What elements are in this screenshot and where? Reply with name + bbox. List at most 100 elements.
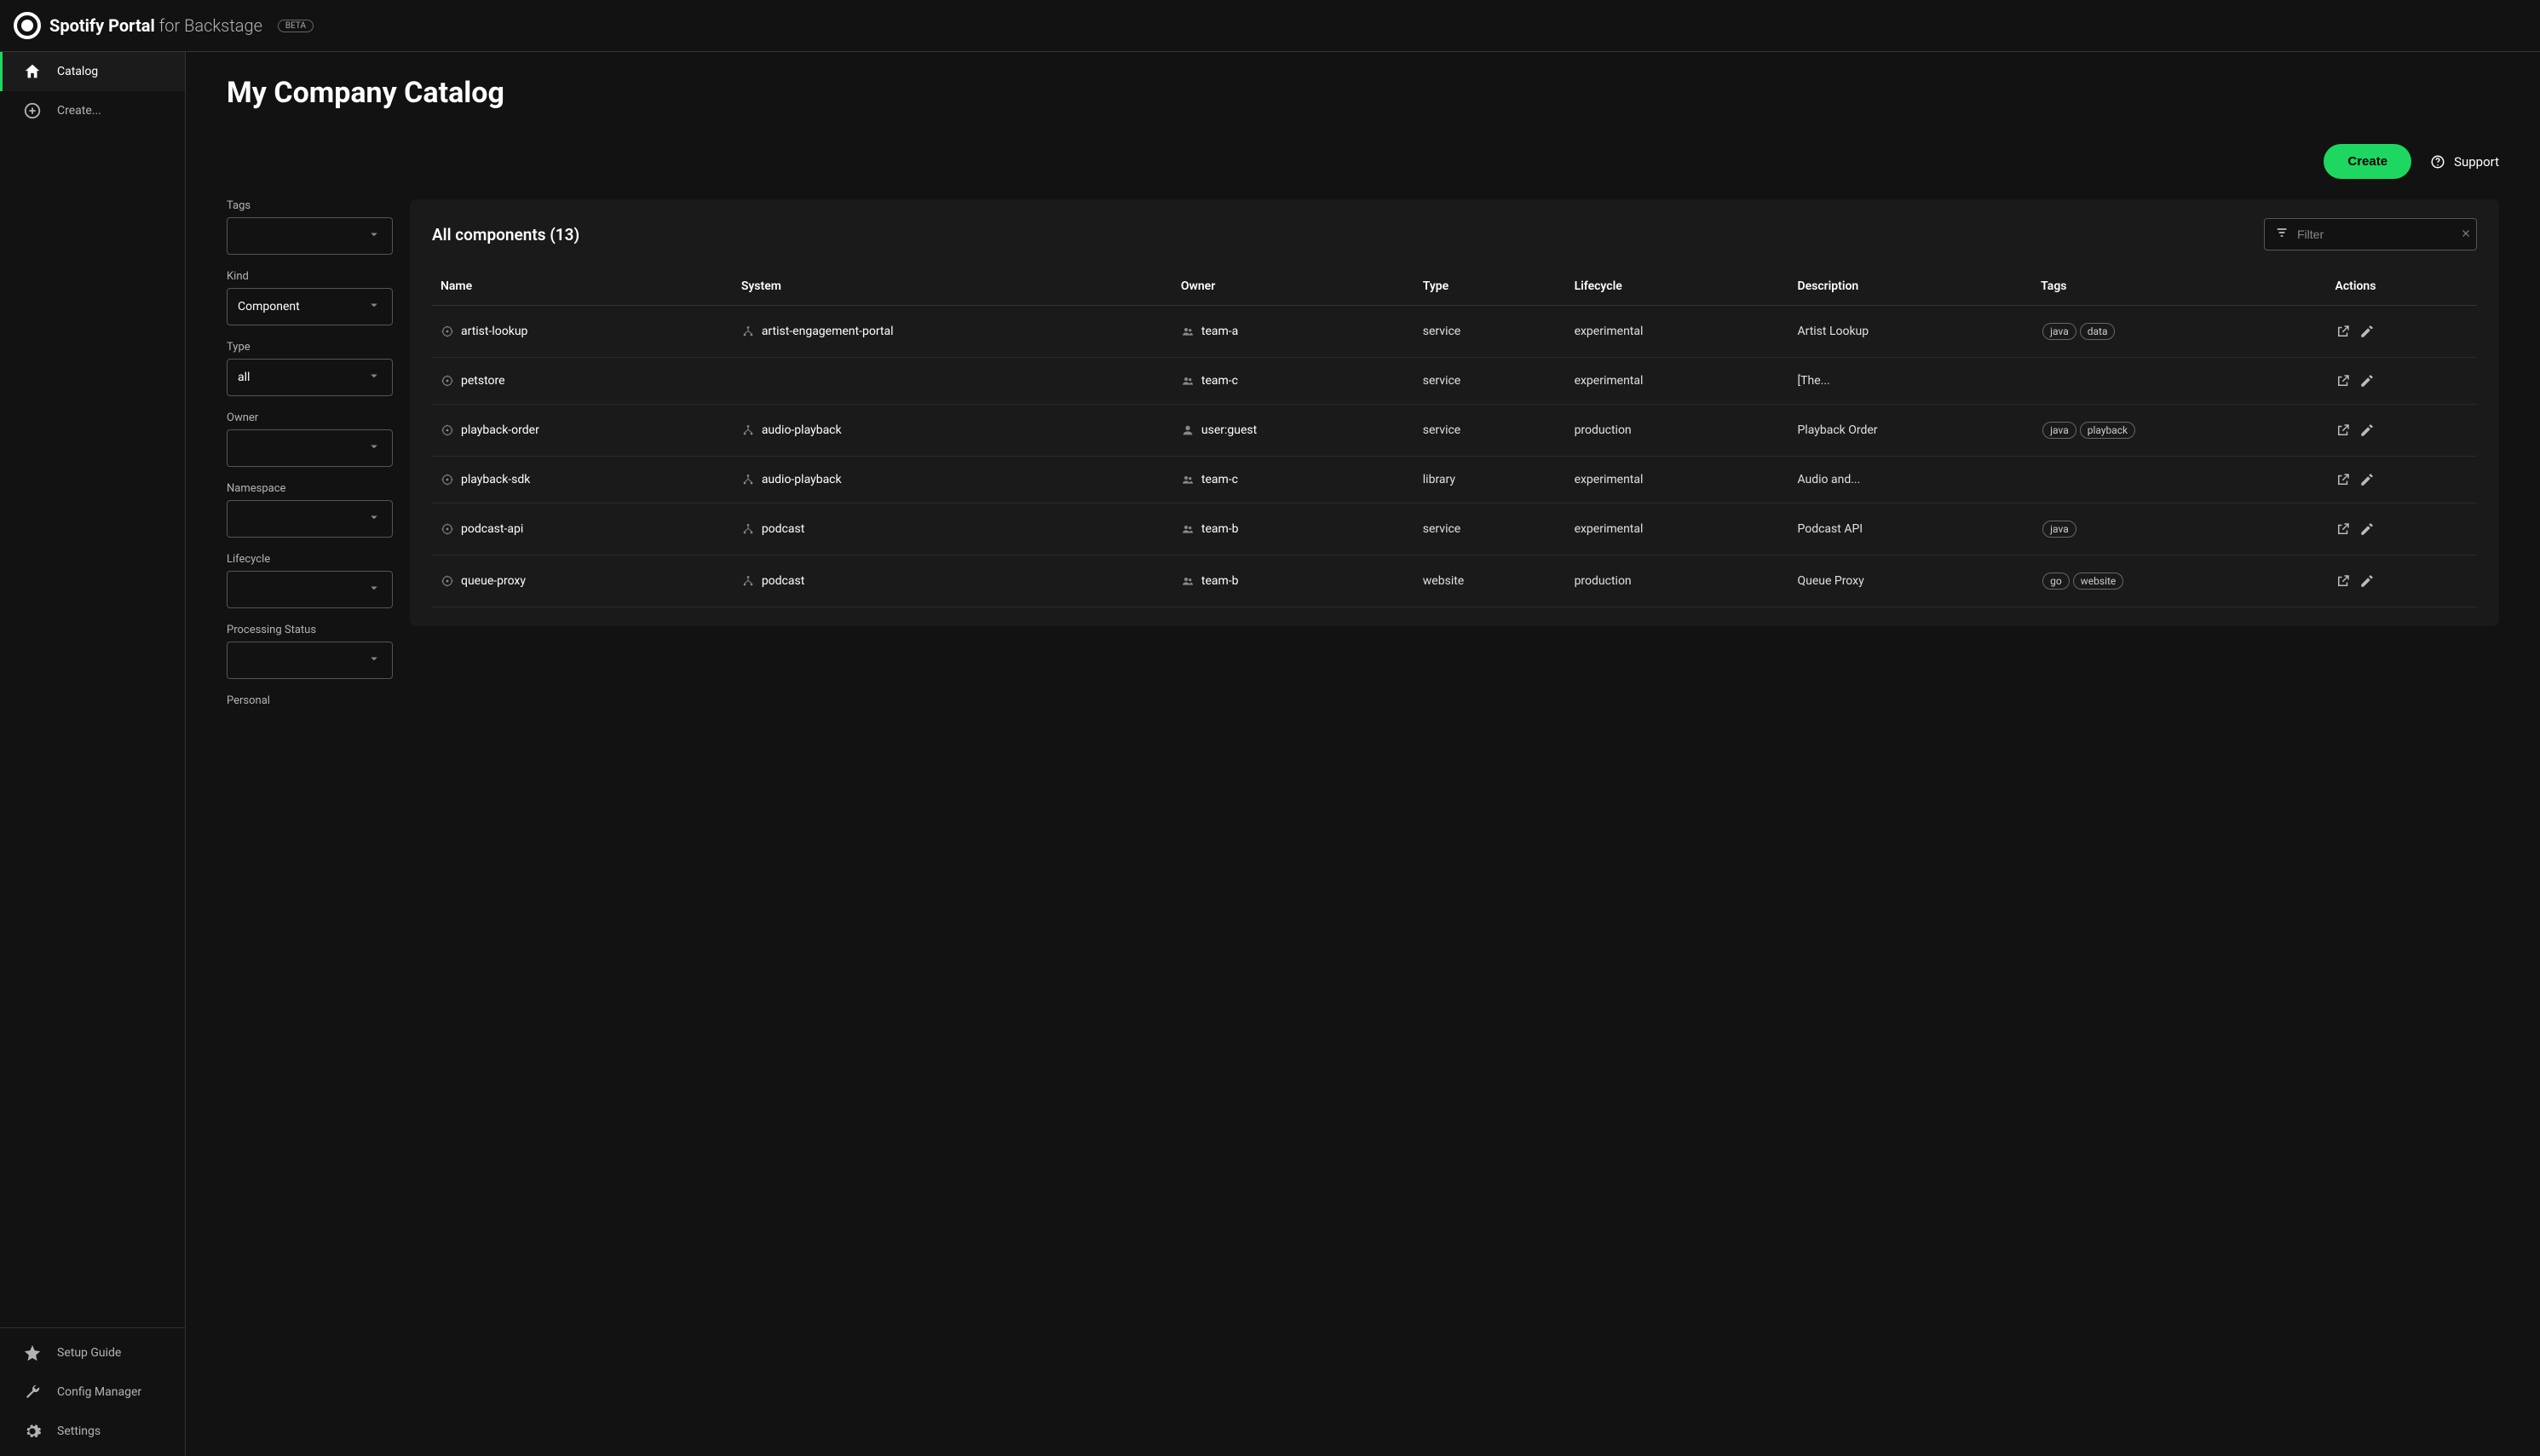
filter-group-kind: Kind Component <box>227 270 393 325</box>
system-link[interactable]: audio-playback <box>741 473 1164 486</box>
group-icon <box>1181 473 1195 486</box>
filter-select-tags[interactable] <box>227 217 393 255</box>
tag-pill[interactable]: go <box>2042 573 2070 590</box>
owner-link[interactable]: team-b <box>1181 574 1406 588</box>
component-icon <box>441 423 454 437</box>
description-cell: Audio and... <box>1788 457 2032 504</box>
spotify-logo-icon <box>14 12 41 39</box>
logo[interactable]: Spotify Portal for Backstage BETA <box>14 12 314 39</box>
filter-select-type[interactable]: all <box>227 359 393 396</box>
system-icon <box>741 325 755 338</box>
system-link[interactable]: podcast <box>741 574 1164 588</box>
nav-catalog[interactable]: Catalog <box>0 52 185 91</box>
nav-label: Catalog <box>57 65 98 78</box>
filter-group-lifecycle: Lifecycle <box>227 553 393 608</box>
filter-group-personal: Personal <box>227 694 393 707</box>
owner-link[interactable]: user:guest <box>1181 423 1406 437</box>
col-tags[interactable]: Tags <box>2032 268 2326 306</box>
name-link[interactable]: playback-order <box>441 423 724 437</box>
filter-select-processing-status[interactable] <box>227 642 393 679</box>
table-row: podcast-api podcast team-b service exper… <box>432 504 2477 555</box>
lifecycle-cell: production <box>1566 405 1789 457</box>
edit-icon[interactable] <box>2359 324 2375 339</box>
group-icon <box>1181 522 1195 536</box>
nav-label: Setup Guide <box>57 1346 121 1360</box>
open-icon[interactable] <box>2336 423 2351 438</box>
col-system[interactable]: System <box>733 268 1172 306</box>
open-icon[interactable] <box>2336 324 2351 339</box>
filter-sidebar: Tags Kind Component Type all Owner Names… <box>227 199 393 722</box>
filter-select-kind[interactable]: Component <box>227 288 393 325</box>
system-icon <box>741 574 755 588</box>
tag-pill[interactable]: playback <box>2080 422 2135 439</box>
tags-cell: javadata <box>2032 306 2326 358</box>
tag-pill[interactable]: java <box>2042 422 2076 439</box>
tags-cell: javaplayback <box>2032 405 2326 457</box>
tags-cell: java <box>2032 504 2326 555</box>
col-owner[interactable]: Owner <box>1172 268 1414 306</box>
open-icon[interactable] <box>2336 521 2351 537</box>
tag-pill[interactable]: java <box>2042 521 2076 538</box>
name-link[interactable]: playback-sdk <box>441 473 724 486</box>
filter-group-namespace: Namespace <box>227 482 393 538</box>
nav-setup-guide[interactable]: Setup Guide <box>0 1333 185 1373</box>
nav-settings[interactable]: Settings <box>0 1412 185 1451</box>
name-link[interactable]: podcast-api <box>441 522 724 536</box>
table-row: playback-sdk audio-playback team-c libra… <box>432 457 2477 504</box>
edit-icon[interactable] <box>2359 521 2375 537</box>
tag-pill[interactable]: java <box>2042 323 2076 340</box>
system-link[interactable]: audio-playback <box>741 423 1164 437</box>
help-icon <box>2428 153 2447 171</box>
main-content: My Company Catalog Create Support Tags K… <box>186 52 2540 1456</box>
col-type[interactable]: Type <box>1414 268 1566 306</box>
open-icon[interactable] <box>2336 373 2351 388</box>
name-link[interactable]: petstore <box>441 374 724 388</box>
system-link[interactable]: artist-engagement-portal <box>741 325 1164 338</box>
lifecycle-cell: experimental <box>1566 504 1789 555</box>
group-icon <box>1181 374 1195 388</box>
filter-select-lifecycle[interactable] <box>227 571 393 608</box>
chevron-down-icon <box>366 651 382 670</box>
owner-link[interactable]: team-c <box>1181 374 1406 388</box>
star-icon <box>23 1344 42 1362</box>
owner-link[interactable]: team-c <box>1181 473 1406 486</box>
edit-icon[interactable] <box>2359 423 2375 438</box>
edit-icon[interactable] <box>2359 373 2375 388</box>
filter-select-namespace[interactable] <box>227 500 393 538</box>
open-icon[interactable] <box>2336 573 2351 589</box>
table-row: queue-proxy podcast team-b website produ… <box>432 555 2477 607</box>
system-icon <box>741 423 755 437</box>
filter-input[interactable] <box>2297 227 2451 241</box>
system-link[interactable]: podcast <box>741 522 1164 536</box>
nav-create-[interactable]: Create... <box>0 91 185 130</box>
col-name[interactable]: Name <box>432 268 733 306</box>
tag-pill[interactable]: data <box>2080 323 2116 340</box>
filter-select-owner[interactable] <box>227 429 393 467</box>
nav-config-manager[interactable]: Config Manager <box>0 1373 185 1412</box>
filter-label: Personal <box>227 694 393 707</box>
owner-link[interactable]: team-b <box>1181 522 1406 536</box>
edit-icon[interactable] <box>2359 472 2375 487</box>
col-lifecycle[interactable]: Lifecycle <box>1566 268 1789 306</box>
edit-icon[interactable] <box>2359 573 2375 589</box>
name-link[interactable]: queue-proxy <box>441 574 724 588</box>
col-description[interactable]: Description <box>1788 268 2032 306</box>
name-link[interactable]: artist-lookup <box>441 325 724 338</box>
owner-link[interactable]: team-a <box>1181 325 1406 338</box>
filter-label: Namespace <box>227 482 393 495</box>
open-icon[interactable] <box>2336 472 2351 487</box>
filter-group-tags: Tags <box>227 199 393 255</box>
tag-pill[interactable]: website <box>2073 573 2124 590</box>
nav-label: Settings <box>57 1424 101 1438</box>
col-actions[interactable]: Actions <box>2327 268 2478 306</box>
chevron-down-icon <box>366 439 382 458</box>
beta-badge: BETA <box>278 20 314 32</box>
chevron-down-icon <box>366 227 382 245</box>
filter-input-wrap[interactable] <box>2264 218 2477 250</box>
lifecycle-cell: production <box>1566 555 1789 607</box>
clear-filter-icon[interactable] <box>2460 227 2472 243</box>
support-link[interactable]: Support <box>2428 153 2499 171</box>
filter-label: Owner <box>227 411 393 424</box>
create-button[interactable]: Create <box>2324 144 2411 179</box>
plus-circle-icon <box>23 101 42 120</box>
